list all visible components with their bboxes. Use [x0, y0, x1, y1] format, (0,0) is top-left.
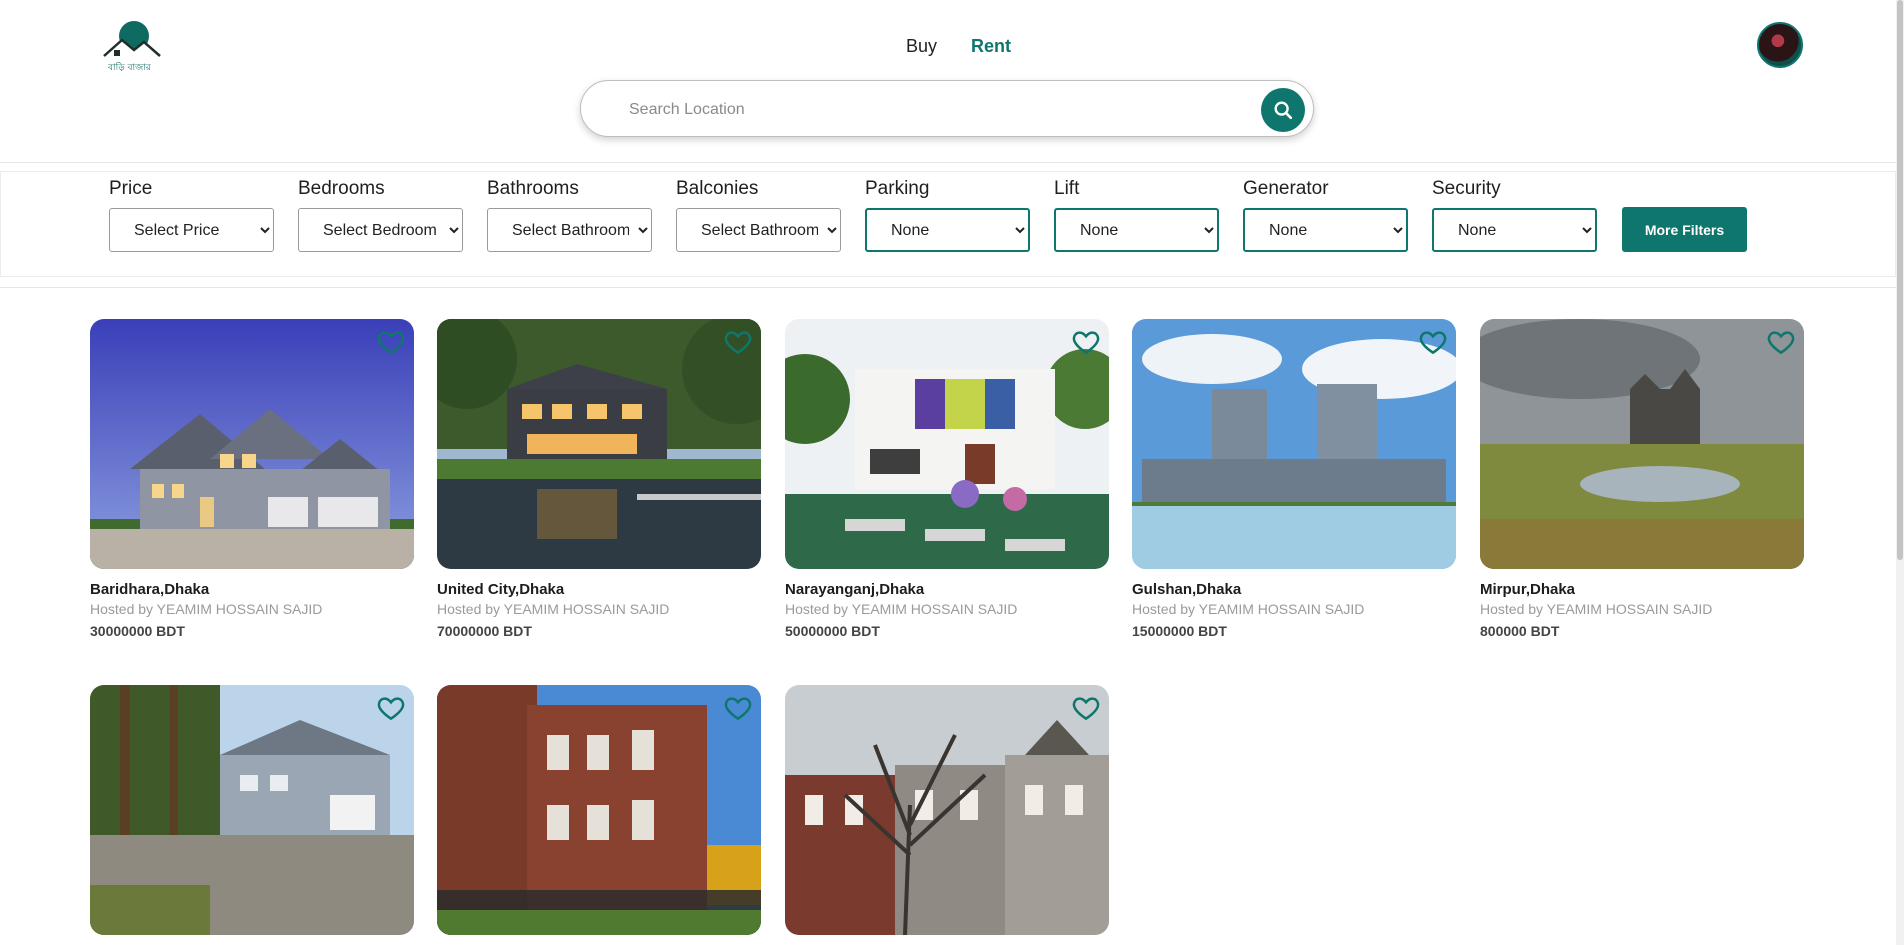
listing-photo[interactable] [1480, 319, 1804, 569]
building-photo [437, 685, 761, 935]
listing-price: 800000 BDT [1480, 623, 1560, 639]
parking-select[interactable]: None [865, 208, 1030, 252]
listing-photo[interactable] [90, 319, 414, 569]
heart-outline-icon[interactable] [723, 693, 753, 723]
heart-outline-icon[interactable] [376, 327, 406, 357]
filter-bar: Price Select Price Bedrooms Select Bedro… [0, 171, 1896, 277]
house-photo [785, 319, 1109, 569]
landscape-photo [1480, 319, 1804, 569]
listing-price: 50000000 BDT [785, 623, 880, 639]
price-select[interactable]: Select Price [109, 208, 274, 252]
filter-lift: Lift None [1054, 178, 1219, 252]
house-photo [437, 319, 761, 569]
header-divider [0, 162, 1904, 163]
balconies-select[interactable]: Select Bathroom [676, 208, 841, 252]
listing-card[interactable]: Narayanganj,Dhaka Hosted by YEAMIM HOSSA… [785, 319, 1109, 639]
logo-mark-icon [103, 21, 161, 57]
listing-title: Narayanganj,Dhaka [785, 581, 925, 598]
listing-price: 15000000 BDT [1132, 623, 1227, 639]
listing-price: 70000000 BDT [437, 623, 532, 639]
filter-label: Bedrooms [298, 178, 385, 199]
listing-photo[interactable] [90, 685, 414, 935]
building-photo [1132, 319, 1456, 569]
listing-title: Mirpur,Dhaka [1480, 581, 1576, 598]
search-bar [580, 80, 1314, 137]
listing-host: Hosted by YEAMIM HOSSAIN SAJID [1480, 601, 1713, 617]
more-filters-button[interactable]: More Filters [1622, 207, 1747, 252]
filter-label: Generator [1243, 178, 1329, 199]
filter-parking: Parking None [865, 178, 1030, 252]
filter-price: Price Select Price [109, 178, 274, 252]
nav-rent[interactable]: Rent [971, 36, 1011, 57]
building-photo [785, 685, 1109, 935]
filter-bathrooms: Bathrooms Select Bathroom [487, 178, 652, 252]
filter-label: Balconies [676, 178, 759, 199]
search-button[interactable] [1261, 88, 1305, 132]
heart-outline-icon[interactable] [723, 327, 753, 357]
security-select[interactable]: None [1432, 208, 1597, 252]
bathrooms-select[interactable]: Select Bathroom [487, 208, 652, 252]
listing-host: Hosted by YEAMIM HOSSAIN SAJID [90, 601, 323, 617]
listing-title: Gulshan,Dhaka [1132, 581, 1242, 598]
listing-photo[interactable] [1132, 319, 1456, 569]
listing-host: Hosted by YEAMIM HOSSAIN SAJID [437, 601, 670, 617]
listing-card[interactable]: Mirpur,Dhaka Hosted by YEAMIM HOSSAIN SA… [1480, 319, 1804, 639]
page-scrollbar[interactable] [1896, 0, 1904, 945]
listing-title: United City,Dhaka [437, 581, 565, 598]
listing-photo[interactable] [785, 685, 1109, 935]
scrollbar-thumb[interactable] [1897, 0, 1903, 560]
filter-label: Security [1432, 178, 1501, 199]
heart-outline-icon[interactable] [376, 693, 406, 723]
listing-card[interactable]: Baridhara,Dhaka Hosted by YEAMIM HOSSAIN… [90, 319, 414, 639]
search-icon [1274, 101, 1293, 120]
heart-outline-icon[interactable] [1766, 327, 1796, 357]
user-avatar[interactable] [1757, 22, 1803, 68]
listing-photo[interactable] [437, 319, 761, 569]
main-nav: Buy Rent [906, 36, 1011, 57]
listing-card[interactable]: Gulshan,Dhaka Hosted by YEAMIM HOSSAIN S… [1132, 319, 1456, 639]
logo-text: বাড়ি বাজার [108, 63, 151, 73]
filter-balconies: Balconies Select Bathroom [676, 178, 841, 252]
heart-outline-icon[interactable] [1071, 327, 1101, 357]
house-photo [90, 685, 414, 935]
listing-photo[interactable] [437, 685, 761, 935]
brand-logo[interactable]: বাড়ি বাজার [100, 20, 164, 76]
listing-host: Hosted by YEAMIM HOSSAIN SAJID [1132, 601, 1365, 617]
listing-title: Baridhara,Dhaka [90, 581, 210, 598]
nav-buy[interactable]: Buy [906, 36, 937, 57]
listing-card[interactable] [785, 685, 1109, 935]
listing-price: 30000000 BDT [90, 623, 185, 639]
generator-select[interactable]: None [1243, 208, 1408, 252]
filter-generator: Generator None [1243, 178, 1408, 252]
filter-label: Lift [1054, 178, 1080, 199]
listing-host: Hosted by YEAMIM HOSSAIN SAJID [785, 601, 1018, 617]
filter-label: Parking [865, 178, 930, 199]
filter-bedrooms: Bedrooms Select Bedroom [298, 178, 463, 252]
filter-divider [0, 287, 1904, 288]
bedrooms-select[interactable]: Select Bedroom [298, 208, 463, 252]
listing-card[interactable]: United City,Dhaka Hosted by YEAMIM HOSSA… [437, 319, 761, 639]
listing-photo[interactable] [785, 319, 1109, 569]
house-photo [90, 319, 414, 569]
filter-label: Price [109, 178, 153, 199]
heart-outline-icon[interactable] [1418, 327, 1448, 357]
lift-select[interactable]: None [1054, 208, 1219, 252]
search-input[interactable] [627, 95, 1211, 125]
filter-security: Security None [1432, 178, 1597, 252]
listing-card[interactable] [437, 685, 761, 935]
heart-outline-icon[interactable] [1071, 693, 1101, 723]
listing-card[interactable] [90, 685, 414, 935]
filter-label: Bathrooms [487, 178, 579, 199]
